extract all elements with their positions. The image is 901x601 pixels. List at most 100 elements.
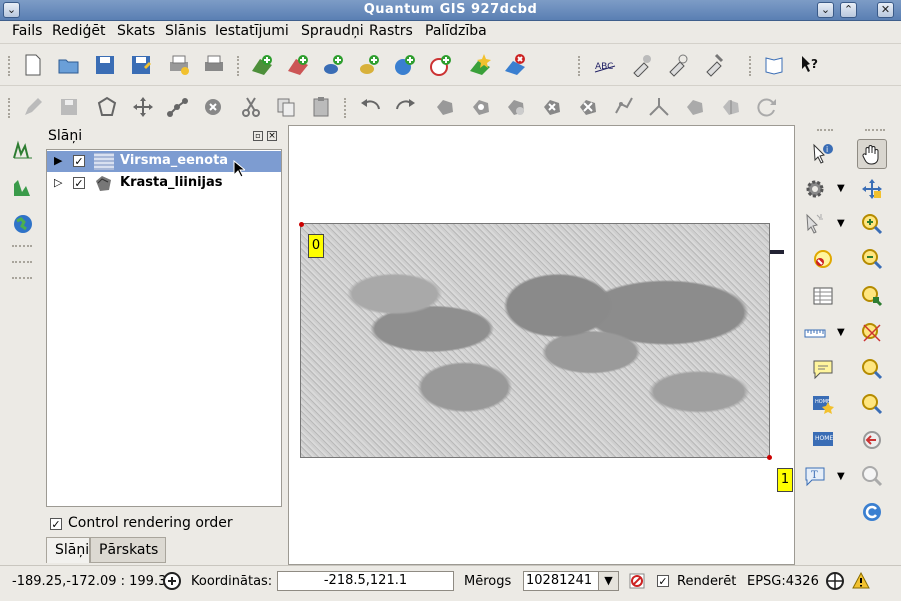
undo-icon[interactable] <box>355 92 385 122</box>
stop-rendering-icon[interactable] <box>628 572 646 590</box>
cut-features-icon[interactable] <box>236 92 266 122</box>
open-project-icon[interactable] <box>54 50 84 80</box>
toolbar-grip[interactable] <box>12 245 32 248</box>
menu-layer[interactable]: Slānis <box>165 23 206 39</box>
zoom-actual-size-icon[interactable] <box>857 461 887 491</box>
menu-settings[interactable]: Iestatījumi <box>215 23 289 39</box>
toolbar-grip[interactable] <box>12 277 32 280</box>
map-canvas[interactable]: 0 1 <box>288 125 795 565</box>
expand-arrow-icon[interactable]: ▶ <box>54 154 62 167</box>
warning-icon[interactable] <box>852 571 870 590</box>
add-vector-layer-icon[interactable] <box>247 50 277 80</box>
chevron-down-icon[interactable]: ▼ <box>837 218 845 229</box>
minimize-button[interactable]: ⌄ <box>817 2 834 18</box>
control-rendering-order[interactable]: ✓ Control rendering order <box>50 515 233 531</box>
menu-view[interactable]: Skats <box>117 23 155 39</box>
move-feature-icon[interactable] <box>128 92 158 122</box>
text-annotation-icon[interactable]: T <box>800 461 830 491</box>
remove-layer-icon[interactable] <box>500 50 530 80</box>
new-vector-layer-icon[interactable] <box>465 50 495 80</box>
help-contents-icon[interactable] <box>759 50 789 80</box>
print-icon[interactable] <box>199 50 229 80</box>
add-ring-icon[interactable] <box>466 92 496 122</box>
refresh-icon[interactable] <box>857 497 887 527</box>
chevron-down-icon[interactable]: ▼ <box>837 183 845 194</box>
toolbar-grip[interactable] <box>12 261 32 264</box>
add-feature-icon[interactable] <box>92 92 122 122</box>
merge-attributes-icon[interactable] <box>716 92 746 122</box>
rotate-label-icon[interactable] <box>662 50 692 80</box>
tab-overview[interactable]: Pārskats <box>90 537 166 563</box>
paste-features-icon[interactable] <box>306 92 336 122</box>
close-panel-icon[interactable]: × <box>267 131 277 141</box>
new-bookmark-icon[interactable]: HOME <box>808 389 838 419</box>
toolbar-grip[interactable] <box>8 56 11 76</box>
save-edits-icon[interactable] <box>54 92 84 122</box>
new-project-icon[interactable] <box>18 50 48 80</box>
coordinates-input[interactable]: -218.5,121.1 <box>277 571 454 591</box>
layer-visibility-checkbox[interactable]: ✓ <box>73 155 85 167</box>
label-tool-icon[interactable]: ABC <box>590 50 620 80</box>
toolbar-grip[interactable] <box>817 129 833 132</box>
delete-part-icon[interactable] <box>573 92 603 122</box>
toggle-editing-icon[interactable] <box>18 92 48 122</box>
float-panel-icon[interactable]: ▫ <box>253 131 263 141</box>
zoom-full-icon[interactable] <box>857 354 887 384</box>
delete-ring-icon[interactable] <box>537 92 567 122</box>
globe-icon[interactable] <box>8 209 38 239</box>
add-raster-layer-icon[interactable] <box>283 50 313 80</box>
add-spatialite-layer-icon[interactable] <box>354 50 384 80</box>
simplify-feature-icon[interactable] <box>430 92 460 122</box>
render-checkbox[interactable]: ✓ <box>657 575 669 587</box>
layer-visibility-checkbox[interactable]: ✓ <box>73 177 85 189</box>
toolbar-grip[interactable] <box>237 56 240 76</box>
toolbar-grip[interactable] <box>344 98 347 118</box>
gear-icon[interactable] <box>800 174 830 204</box>
toolbar-grip[interactable] <box>865 129 885 132</box>
merge-features-icon[interactable] <box>680 92 710 122</box>
node-tool-icon[interactable] <box>163 92 193 122</box>
deselect-features-icon[interactable] <box>808 244 838 274</box>
maximize-button[interactable]: ⌃ <box>840 2 857 18</box>
reshape-features-icon[interactable] <box>609 92 639 122</box>
close-button[interactable]: ✕ <box>877 2 894 18</box>
scale-combobox[interactable]: 10281241 ▼ <box>523 571 619 591</box>
toolbar-grip[interactable] <box>749 56 752 76</box>
histogram-icon[interactable] <box>8 173 38 203</box>
change-label-icon[interactable] <box>699 50 729 80</box>
chevron-down-icon[interactable]: ▼ <box>598 572 618 590</box>
chevron-down-icon[interactable]: ▼ <box>837 327 845 338</box>
menu-file[interactable]: Fails <box>12 23 42 39</box>
save-project-icon[interactable] <box>90 50 120 80</box>
show-bookmarks-icon[interactable]: HOME <box>808 425 838 455</box>
chevron-down-icon[interactable]: ▼ <box>837 471 845 482</box>
copy-features-icon[interactable] <box>271 92 301 122</box>
toolbar-grip[interactable] <box>8 98 11 118</box>
add-wfs-layer-icon[interactable] <box>426 50 456 80</box>
histogram-stretch-icon[interactable] <box>8 135 38 165</box>
new-print-composer-icon[interactable] <box>164 50 194 80</box>
save-as-icon[interactable] <box>126 50 156 80</box>
zoom-last-icon[interactable] <box>857 389 887 419</box>
menu-help[interactable]: Palīdzība <box>425 23 487 39</box>
identify-features-icon[interactable]: i <box>808 139 838 169</box>
split-features-icon[interactable] <box>644 92 674 122</box>
toolbar-grip[interactable] <box>578 56 581 76</box>
redo-icon[interactable] <box>391 92 421 122</box>
zoom-to-layer-icon[interactable] <box>857 281 887 311</box>
rotate-symbols-icon[interactable] <box>752 92 782 122</box>
map-tips-icon[interactable] <box>808 354 838 384</box>
tab-layers[interactable]: Slāņi <box>46 537 90 563</box>
pan-map-icon[interactable] <box>857 139 887 169</box>
layer-row[interactable]: ▷ ✓ Krasta_liinijas <box>47 173 281 194</box>
measure-line-icon[interactable] <box>800 318 830 348</box>
toggle-extents-icon[interactable] <box>162 571 182 591</box>
whats-this-icon[interactable]: ? <box>795 50 825 80</box>
zoom-out-icon[interactable] <box>857 244 887 274</box>
crs-status-icon[interactable] <box>825 571 845 591</box>
add-postgis-layer-icon[interactable] <box>318 50 348 80</box>
crs-label[interactable]: EPSG:4326 <box>747 574 819 589</box>
pan-to-selection-icon[interactable] <box>857 174 887 204</box>
attribute-table-icon[interactable] <box>808 281 838 311</box>
menu-raster[interactable]: Rastrs <box>369 23 413 39</box>
